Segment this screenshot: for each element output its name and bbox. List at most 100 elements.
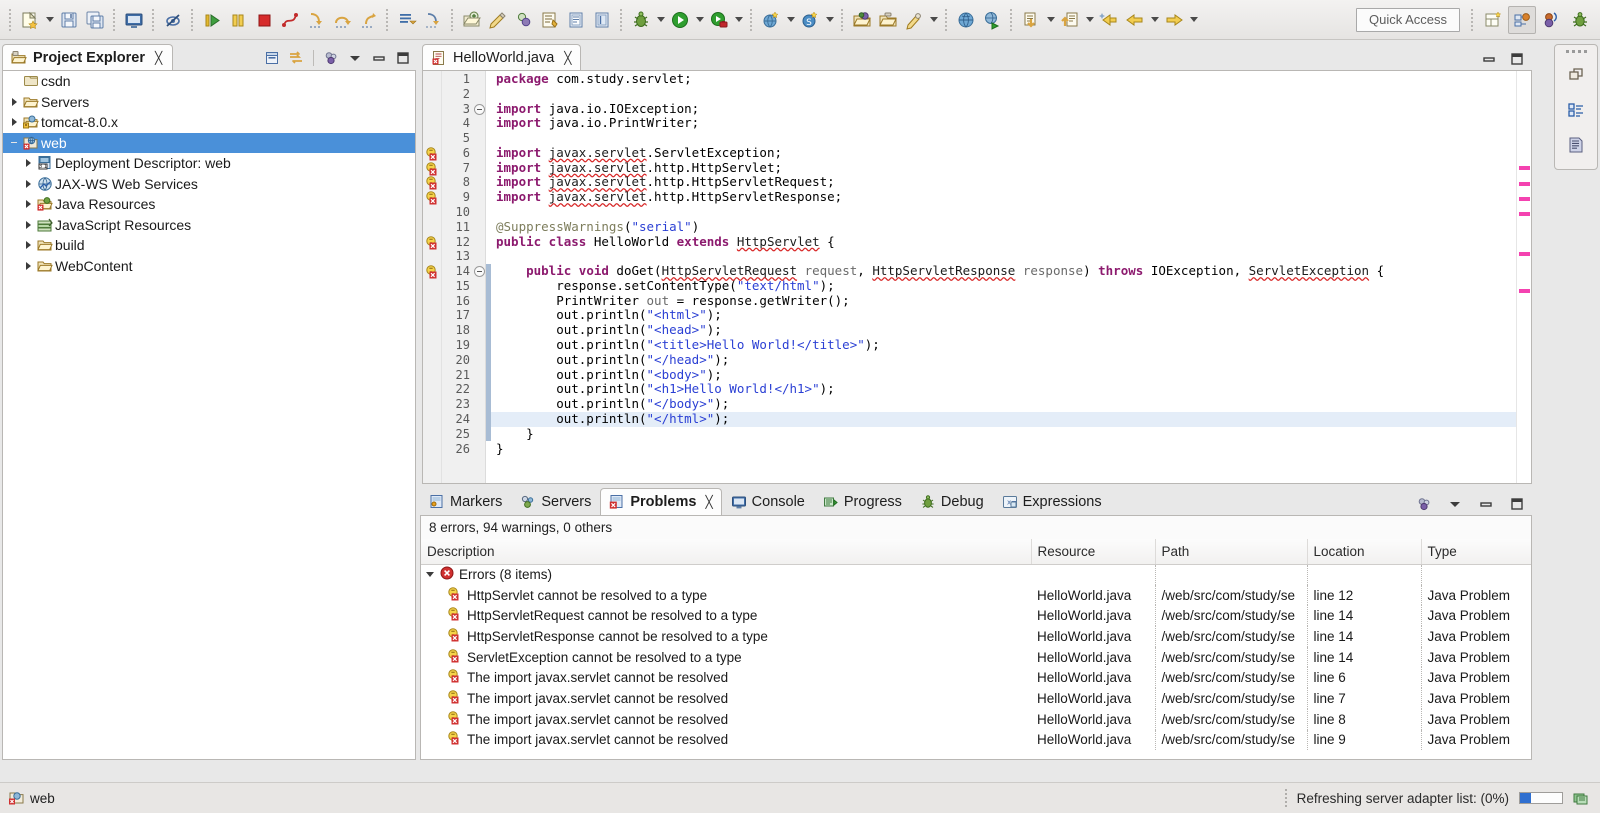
restore-icon[interactable] [1561, 61, 1591, 89]
outline-view-icon[interactable] [1561, 96, 1591, 124]
description-cell[interactable]: HttpServletResponse cannot be resolved t… [421, 626, 1031, 647]
perspective-java-ee-button[interactable] [1508, 5, 1536, 34]
table-row[interactable]: The import javax.servlet cannot be resol… [421, 667, 1531, 689]
project-tree[interactable]: csdn Servers tomcat-8.0.x web 3.1 Deployment … [2, 70, 416, 760]
minimize-icon[interactable] [1478, 48, 1500, 70]
code-line[interactable]: import java.io.PrintWriter; [491, 115, 1516, 131]
code-line[interactable]: public class HelloWorld extends HttpServ… [491, 234, 1516, 250]
import-icon[interactable] [1018, 5, 1044, 35]
chevron-right-icon[interactable] [21, 159, 35, 167]
tree-item-javascript-resources[interactable]: JavaScript Resources [3, 215, 415, 236]
debug-icon[interactable] [628, 5, 654, 35]
description-cell[interactable]: The import javax.servlet cannot be resol… [421, 709, 1031, 730]
table-row[interactable]: The import javax.servlet cannot be resol… [421, 708, 1531, 730]
progress-stack-icon[interactable] [1573, 790, 1590, 807]
chevron-down-icon[interactable] [425, 567, 435, 582]
search-icon[interactable] [901, 5, 927, 35]
code-line[interactable] [491, 249, 1516, 264]
overview-error-marker[interactable] [1519, 289, 1530, 293]
terminate-icon[interactable] [251, 5, 277, 35]
collapse-all-icon[interactable] [261, 47, 283, 69]
new-java-package-icon[interactable] [459, 5, 485, 35]
last-edit-location-icon[interactable] [1096, 5, 1122, 35]
column-header-location[interactable]: Location [1307, 539, 1422, 565]
code-line[interactable]: PrintWriter out = response.getWriter(); [491, 293, 1516, 309]
overview-error-marker[interactable] [1519, 166, 1530, 170]
column-header-path[interactable]: Path [1155, 539, 1308, 565]
code-line[interactable]: } [491, 441, 1516, 457]
tab-helloworld-java[interactable]: HelloWorld.java ╳ [422, 44, 581, 71]
description-cell[interactable]: The import javax.servlet cannot be resol… [421, 730, 1031, 751]
code-line[interactable]: import java.io.IOException; [491, 101, 1516, 117]
code-line[interactable]: import javax.servlet.http.HttpServletRes… [491, 189, 1516, 205]
code-line[interactable]: public void doGet(HttpServletRequest req… [491, 263, 1516, 279]
code-line[interactable]: package com.study.servlet; [491, 71, 1516, 87]
search-dropdown-arrow[interactable] [927, 5, 940, 35]
tree-item-web[interactable]: web [3, 132, 415, 153]
tab-expressions[interactable]: x= Expressions [993, 489, 1111, 515]
perspective-debug-button[interactable] [1566, 6, 1594, 34]
run-on-server-icon[interactable] [979, 5, 1005, 35]
problems-rows[interactable]: Errors (8 items) HttpServlet cannot be re… [421, 564, 1531, 751]
step-over-icon[interactable] [329, 5, 355, 35]
back-icon[interactable] [1122, 5, 1148, 35]
run-icon[interactable] [667, 5, 693, 35]
table-row[interactable]: HttpServlet cannot be resolved to a type… [421, 584, 1531, 606]
close-icon[interactable]: ╳ [155, 51, 162, 65]
new-java-interface-icon[interactable] [511, 5, 537, 35]
toggle-breakpoint-icon[interactable] [160, 5, 186, 35]
overview-error-marker[interactable] [1519, 197, 1530, 201]
chevron-right-icon[interactable] [7, 98, 21, 106]
code-line[interactable]: } [491, 426, 1516, 442]
overview-error-marker[interactable] [1519, 212, 1530, 216]
error-marker-icon[interactable] [425, 161, 440, 177]
new-server-dropdown-arrow[interactable] [823, 5, 836, 35]
open-perspective-button[interactable] [1479, 6, 1507, 34]
tree-item-jax-ws-web-services[interactable]: JAX-WS Web Services [3, 174, 415, 195]
open-web-browser-icon[interactable] [953, 5, 979, 35]
tree-item-java-resources[interactable]: Java Resources [3, 194, 415, 215]
code-line[interactable] [491, 87, 1516, 102]
chevron-right-icon[interactable] [21, 241, 35, 249]
export-icon[interactable] [1057, 5, 1083, 35]
description-cell[interactable]: ServletException cannot be resolved to a… [421, 647, 1031, 668]
import-dropdown-arrow[interactable] [1044, 5, 1057, 35]
code-line[interactable]: import javax.servlet.http.HttpServlet; [491, 160, 1516, 176]
chevron-right-icon[interactable] [7, 118, 21, 126]
chevron-right-icon[interactable] [21, 221, 35, 229]
code-line[interactable]: out.println("<title>Hello World!</title>… [491, 337, 1516, 353]
tab-progress[interactable]: Progress [814, 489, 911, 515]
error-marker-icon[interactable] [425, 176, 440, 191]
tree-item-tomcat-8-0-x[interactable]: tomcat-8.0.x [3, 112, 415, 133]
minimize-icon[interactable] [1475, 493, 1497, 515]
tree-item-csdn[interactable]: csdn [3, 71, 415, 92]
code-line[interactable]: out.println("</head>"); [491, 352, 1516, 368]
code-line[interactable]: response.setContentType("text/html"); [491, 278, 1516, 294]
editor-overview-ruler[interactable] [1516, 71, 1531, 483]
chevron-right-icon[interactable] [21, 262, 35, 270]
column-header-description[interactable]: Description [421, 539, 1032, 565]
tab-servers[interactable]: Servers [511, 489, 600, 515]
code-line[interactable]: out.println("<body>"); [491, 367, 1516, 383]
maximize-icon[interactable] [1506, 493, 1528, 515]
tab-console[interactable]: Console [722, 489, 814, 515]
fold-collapse-icon[interactable] [474, 103, 485, 115]
previous-annotation-icon[interactable] [420, 5, 446, 35]
new-java-class-icon[interactable] [485, 5, 511, 35]
run-dropdown-arrow[interactable] [693, 5, 706, 35]
maximize-icon[interactable] [1506, 48, 1528, 70]
description-cell[interactable]: The import javax.servlet cannot be resol… [421, 688, 1031, 709]
editor-code-area[interactable]: package com.study.servlet; import java.i… [491, 71, 1516, 483]
tab-project-explorer[interactable]: Project Explorer ╳ [2, 44, 174, 71]
table-row[interactable]: HttpServletRequest cannot be resolved to… [421, 605, 1531, 627]
error-marker-icon[interactable] [425, 235, 440, 251]
save-all-icon[interactable] [82, 5, 108, 35]
column-header-type[interactable]: Type [1421, 539, 1531, 565]
close-icon[interactable]: ╳ [705, 495, 712, 509]
link-with-editor-icon[interactable] [285, 47, 307, 69]
external-tools-dropdown-arrow[interactable] [732, 5, 745, 35]
view-menu-icon[interactable] [1444, 493, 1466, 515]
editor-marker-gutter[interactable] [423, 71, 442, 483]
step-into-icon[interactable] [303, 5, 329, 35]
view-filters-icon[interactable] [1413, 493, 1435, 515]
